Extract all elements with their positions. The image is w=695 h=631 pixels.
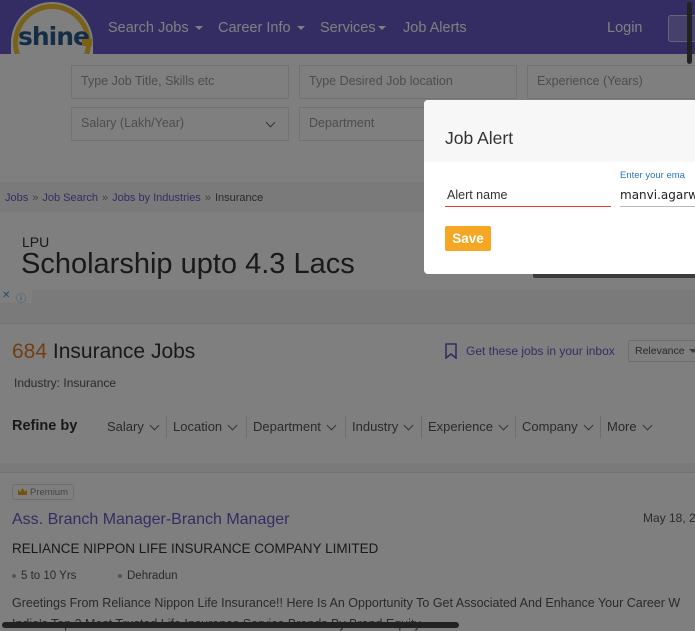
email-field-label: Enter your ema <box>620 170 685 181</box>
modal-header: Job Alert <box>424 100 695 162</box>
modal-overlay[interactable] <box>0 0 695 631</box>
modal-title: Job Alert <box>445 128 514 148</box>
job-alert-modal: Job Alert Alert name Enter your ema manv… <box>424 100 695 274</box>
save-button[interactable]: Save <box>445 226 491 251</box>
horizontal-scrollbar[interactable] <box>2 622 459 628</box>
alert-name-input[interactable]: Alert name <box>445 186 611 207</box>
vertical-scrollbar[interactable] <box>687 2 692 64</box>
email-field[interactable]: manvi.agarwa <box>620 186 695 207</box>
